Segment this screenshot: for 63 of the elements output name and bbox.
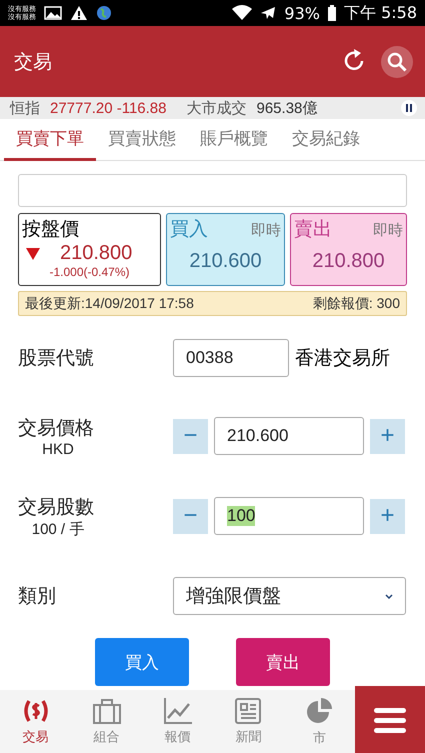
wifi-icon: [232, 5, 252, 21]
tab[interactable]: 買賣下單: [4, 119, 96, 161]
price-field[interactable]: 210.600: [214, 417, 364, 455]
field-label: 股票代號: [18, 347, 94, 371]
stock-code-field[interactable]: 00388: [173, 339, 289, 377]
page-title: 交易: [14, 50, 53, 74]
tab[interactable]: 交易紀錄: [280, 119, 372, 161]
exchange-label: 香港交易所: [295, 347, 390, 371]
menu-icon: [374, 706, 406, 732]
field-value: 100: [227, 506, 256, 526]
nominal-price: 210.800: [60, 242, 132, 265]
menu-button[interactable]: [355, 686, 425, 753]
quantity-field[interactable]: 100: [214, 497, 364, 535]
ticker-value: 27777.20 -116.88: [50, 100, 166, 116]
airplane-icon: [260, 5, 276, 21]
remaining-quotes-text: 剩餘報價: 300: [312, 294, 400, 312]
chevron-down-icon: [385, 594, 393, 598]
pause-icon[interactable]: [401, 100, 417, 116]
battery-icon: [328, 5, 336, 21]
ticker-label: 恒指: [10, 98, 40, 118]
search-button[interactable]: [381, 46, 413, 78]
buy-button[interactable]: 買入: [95, 638, 189, 686]
nav-item[interactable]: 新聞: [213, 690, 284, 753]
newspaper-icon: [234, 698, 264, 724]
ask-price: 210.800: [311, 250, 386, 273]
search-field[interactable]: [18, 174, 407, 207]
increase-button[interactable]: +: [370, 498, 405, 534]
card-label: 買入: [170, 218, 208, 242]
field-sublabel: 100 / 手: [30, 520, 86, 538]
globe-icon: [96, 5, 112, 21]
pie-chart-icon: [304, 696, 334, 724]
nav-item[interactable]: 報價: [142, 690, 213, 753]
ticker-value: 965.38億: [256, 98, 318, 118]
field-value: 210.600: [227, 426, 288, 446]
bid-price: 210.600: [188, 250, 263, 273]
order-type-dropdown[interactable]: 增強限價盤: [173, 577, 406, 615]
decrease-button[interactable]: −: [173, 418, 208, 454]
battery-percentage: 93%: [284, 4, 320, 22]
nav-item[interactable]: 市: [284, 690, 355, 753]
image-icon: [44, 6, 62, 20]
card-label: 賣出: [294, 218, 332, 242]
realtime-label: 即時: [373, 221, 403, 240]
search-icon: [387, 52, 407, 72]
realtime-label: 即時: [251, 221, 281, 240]
card-label: 按盤價: [22, 218, 80, 242]
price-change: -1.000(-0.47%): [48, 265, 131, 279]
line-chart-icon: [162, 698, 192, 724]
briefcase-icon: [92, 698, 122, 724]
field-sublabel: HKD: [41, 440, 75, 458]
tab[interactable]: 賬戶概覽: [188, 119, 280, 161]
decrease-button[interactable]: −: [173, 498, 208, 534]
sell-button[interactable]: 賣出: [236, 638, 330, 686]
field-label: 交易股數: [18, 496, 94, 520]
increase-button[interactable]: +: [370, 418, 405, 454]
last-update-text: 最後更新:14/09/2017 17:58: [25, 294, 194, 312]
warning-icon: [70, 5, 88, 21]
tab[interactable]: 買賣狀態: [96, 119, 188, 161]
ticker-label: 大市成交: [186, 98, 246, 118]
field-label: 類別: [18, 585, 56, 609]
clock-text: 下午 5:58: [344, 2, 417, 24]
nav-item[interactable]: 交易: [0, 690, 71, 753]
field-label: 交易價格: [18, 416, 94, 440]
nav-item[interactable]: 組合: [71, 690, 142, 753]
